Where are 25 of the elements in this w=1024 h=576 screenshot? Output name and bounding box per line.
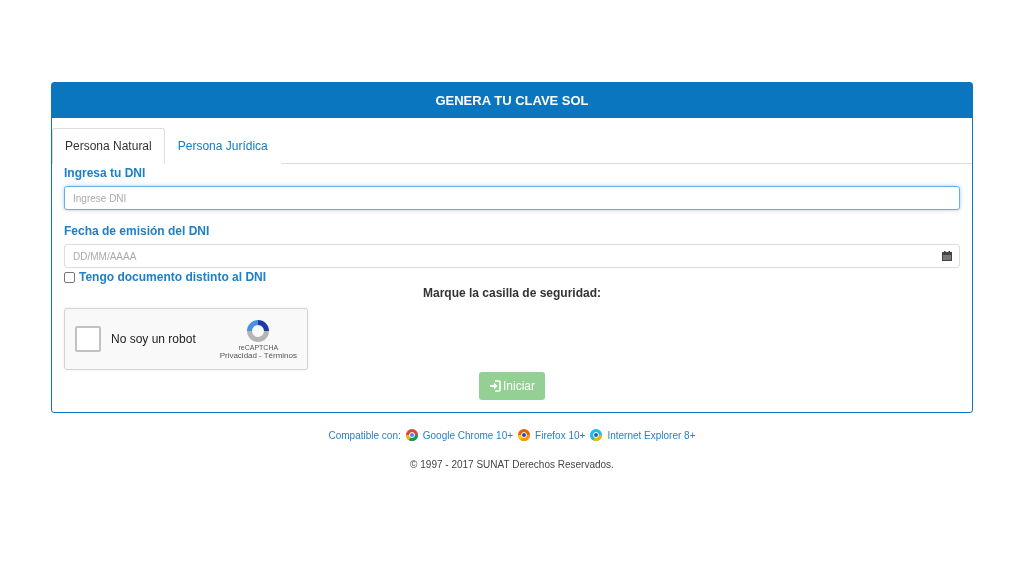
checkbox[interactable]: [64, 271, 75, 283]
chrome-icon: [405, 429, 418, 441]
copyright-text: © 1997 - 2017 SUNAT Derechos Reservados.: [410, 459, 614, 470]
field-label: Ingresa tu DNI: [64, 166, 147, 180]
dni-field[interactable]: Ingrese DNI: [64, 186, 960, 210]
firefox-icon: [518, 429, 531, 441]
tab[interactable]: Persona Natural: [52, 128, 165, 164]
date-field[interactable]: DD/MM/AAAA: [64, 244, 960, 268]
captcha-checkbox[interactable]: [75, 326, 101, 352]
panel-title: GENERA TU CLAVE SOL: [52, 83, 972, 118]
security-label: Marque la casilla de seguridad:: [422, 286, 602, 300]
browser-link[interactable]: Internet Explorer 8+: [607, 429, 696, 441]
privacy-link[interactable]: Privacidad: [219, 351, 257, 360]
ie-icon: [590, 429, 603, 441]
calendar-icon[interactable]: [942, 251, 952, 261]
browser-link[interactable]: Google Chrome 10+: [422, 429, 514, 441]
login-icon: [489, 380, 501, 392]
terms-link[interactable]: Términos: [263, 351, 297, 360]
separator: -: [259, 351, 262, 360]
checkbox-label: Tengo documento distinto al DNI: [79, 270, 267, 284]
field-label: Fecha de emisión del DNI: [64, 224, 211, 238]
browser-link[interactable]: Firefox 10+: [535, 429, 586, 441]
compatibility-label: Compatible con:: [328, 429, 401, 441]
captcha-label: No soy un robot: [111, 332, 197, 346]
recaptcha-logo-icon: [245, 318, 272, 344]
